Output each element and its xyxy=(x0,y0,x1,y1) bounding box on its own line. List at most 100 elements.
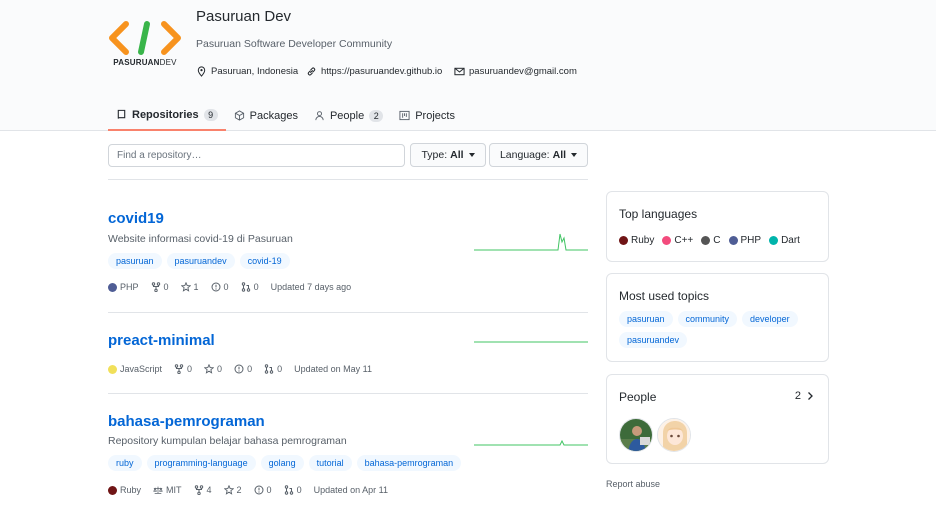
star-icon xyxy=(223,485,234,495)
issue-icon xyxy=(254,485,264,495)
repo-search-input[interactable] xyxy=(108,144,405,167)
language-item[interactable]: C xyxy=(701,235,721,246)
topic-tag[interactable]: community xyxy=(677,311,738,327)
repo-stars[interactable]: 1 xyxy=(180,282,199,292)
language-item[interactable]: Ruby xyxy=(619,235,654,246)
pull-request-icon xyxy=(241,282,250,292)
org-description: Pasuruan Software Developer Community xyxy=(196,38,393,50)
language-color-dot xyxy=(108,282,117,292)
org-header: PASURUANDEV Pasuruan Dev Pasuruan Softwa… xyxy=(0,0,936,131)
repo-description: Repository kumpulan belajar bahasa pemro… xyxy=(108,435,347,447)
topic-tag[interactable]: pasuruandev xyxy=(619,332,688,348)
repo-issues[interactable]: 0 xyxy=(211,282,229,292)
package-icon xyxy=(234,110,244,121)
topic-tag[interactable]: golang xyxy=(260,455,304,471)
caret-down-icon xyxy=(571,153,578,157)
fork-icon xyxy=(174,364,184,374)
repo-issues[interactable]: 0 xyxy=(234,364,252,374)
topic-tag[interactable]: pasuruan xyxy=(619,311,673,327)
fork-icon xyxy=(151,282,160,292)
project-icon xyxy=(399,110,410,121)
repo-forks[interactable]: 0 xyxy=(174,364,192,374)
tab-repositories[interactable]: Repositories 9 xyxy=(108,100,226,131)
repo-issues[interactable]: 0 xyxy=(254,485,272,495)
repo-language: JavaScript xyxy=(108,364,162,374)
language-color-dot xyxy=(728,236,738,245)
top-languages-box: Top languages Ruby C++ C PHP Dart xyxy=(606,191,829,262)
sidebar-topic-list: pasuruan community developer pasuruandev xyxy=(619,311,819,348)
topic-tag[interactable]: developer xyxy=(742,311,798,327)
repo-count-badge: 9 xyxy=(203,108,218,121)
tab-packages[interactable]: Packages xyxy=(226,100,306,131)
topic-tag[interactable]: ruby xyxy=(108,455,142,471)
pull-request-icon xyxy=(284,485,293,495)
issue-icon xyxy=(211,282,221,292)
org-email[interactable]: pasuruandev@gmail.com xyxy=(454,64,577,78)
tab-people[interactable]: People 2 xyxy=(306,100,391,131)
logo-wordmark: PASURUANDEV xyxy=(113,58,177,67)
repo-language: PHP xyxy=(108,282,139,292)
topic-tag[interactable]: tutorial xyxy=(308,455,352,471)
language-item[interactable]: Dart xyxy=(769,235,800,246)
org-name: Pasuruan Dev xyxy=(196,8,292,25)
repo-forks[interactable]: 4 xyxy=(194,485,212,495)
tab-projects[interactable]: Projects xyxy=(391,100,463,131)
language-color-dot xyxy=(108,485,117,495)
link-icon xyxy=(307,67,316,75)
type-filter-button[interactable]: Type: All xyxy=(410,143,486,167)
language-color-dot xyxy=(701,236,711,245)
language-item[interactable]: PHP xyxy=(728,235,761,246)
topic-tag[interactable]: pasuruandev xyxy=(166,253,235,269)
most-used-topics-box: Most used topics pasuruan community deve… xyxy=(606,273,829,362)
topic-tag[interactable]: pasuruan xyxy=(108,253,162,269)
location-icon xyxy=(197,65,206,77)
language-item[interactable]: C++ xyxy=(662,235,693,246)
people-box: People 2 xyxy=(606,374,829,464)
report-abuse-link[interactable]: Report abuse xyxy=(606,479,660,489)
repo-pulls[interactable]: 0 xyxy=(264,364,282,374)
repo-name-link[interactable]: covid19 xyxy=(108,210,164,227)
activity-sparkline xyxy=(474,341,588,343)
language-color-dot xyxy=(662,236,672,245)
repo-topics: pasuruan pasuruandev covid-19 xyxy=(108,253,290,269)
language-filter-button[interactable]: Language: All xyxy=(489,143,588,167)
star-icon xyxy=(180,282,191,292)
repo-language: Ruby xyxy=(108,485,141,495)
divider xyxy=(108,393,588,394)
code-brackets-icon xyxy=(109,21,181,55)
topic-tag[interactable]: programming-language xyxy=(146,455,256,471)
topic-tag[interactable]: covid-19 xyxy=(239,253,290,269)
org-website[interactable]: https://pasuruandev.github.io xyxy=(306,64,442,78)
repo-item: bahasa-pemrograman Repository kumpulan b… xyxy=(108,403,588,513)
activity-sparkline xyxy=(474,439,588,446)
org-tabs: Repositories 9 Packages People 2 Project… xyxy=(108,100,463,131)
mail-icon xyxy=(454,67,465,75)
chevron-right-icon xyxy=(808,392,813,400)
repo-forks[interactable]: 0 xyxy=(151,282,169,292)
repo-stars[interactable]: 2 xyxy=(223,485,242,495)
avatar[interactable] xyxy=(619,418,653,452)
repo-license: MIT xyxy=(153,485,182,495)
people-count-badge: 2 xyxy=(369,109,384,122)
issue-icon xyxy=(234,364,244,374)
repo-name-link[interactable]: preact-minimal xyxy=(108,332,215,349)
repo-stars[interactable]: 0 xyxy=(204,364,222,374)
language-color-dot xyxy=(769,236,779,245)
language-color-dot xyxy=(619,236,628,245)
repo-item: covid19 Website informasi covid-19 di Pa… xyxy=(108,200,588,300)
repo-pulls[interactable]: 0 xyxy=(284,485,302,495)
repo-description: Website informasi covid-19 di Pasuruan xyxy=(108,233,293,245)
repo-updated: Updated 7 days ago xyxy=(270,282,352,292)
top-languages-title: Top languages xyxy=(619,207,698,221)
avatar[interactable] xyxy=(657,418,691,452)
people-count-link[interactable]: 2 xyxy=(795,390,814,402)
repo-name-link[interactable]: bahasa-pemrograman xyxy=(108,413,265,430)
pull-request-icon xyxy=(264,364,274,374)
people-title: People xyxy=(619,390,657,404)
divider xyxy=(108,312,588,313)
repo-updated: Updated on Apr 11 xyxy=(313,485,388,495)
repo-stats: Ruby MIT 4 2 0 0 Updated on Apr 11 xyxy=(108,485,388,495)
repo-updated: Updated on May 11 xyxy=(294,364,372,374)
repo-pulls[interactable]: 0 xyxy=(241,282,259,292)
topic-tag[interactable]: bahasa-pemrograman xyxy=(356,455,462,471)
